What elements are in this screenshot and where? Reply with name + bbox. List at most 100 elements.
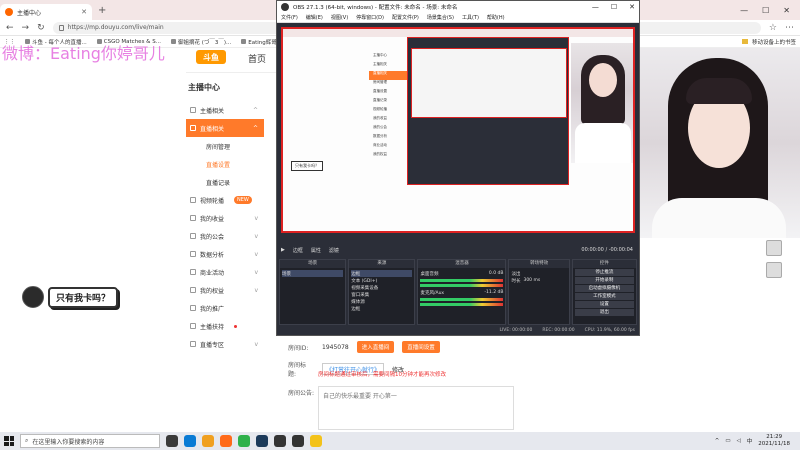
obs-close-button[interactable]: ✕	[629, 3, 635, 11]
mixer-mic-label: 麦克风/Aux	[420, 290, 445, 296]
source-item[interactable]: 边框	[351, 270, 413, 277]
user-icon	[190, 107, 196, 113]
enter-room-button[interactable]: 进入直播间	[356, 341, 395, 353]
taskbar-clock[interactable]: 21:29 2021/11/18	[758, 434, 790, 448]
browser-tab[interactable]: 主播中心 ✕	[0, 4, 92, 20]
firefox-icon[interactable]	[220, 435, 232, 447]
sidebar-title: 主播中心	[188, 83, 220, 92]
sidebar-item-rights[interactable]: 我的权益 v	[186, 281, 264, 299]
steam-icon[interactable]	[256, 435, 268, 447]
taskbar-search-input[interactable]: ⌕ 在这里输入你要搜索的内容	[20, 434, 160, 448]
settings-button[interactable]: 设置	[574, 301, 634, 308]
scenes-panel-header: 场景	[280, 260, 346, 268]
sidebar-sub-live-settings[interactable]: 直播设置	[186, 155, 264, 173]
qr-code-icon[interactable]	[766, 240, 782, 256]
menu-tools[interactable]: 工具(T)	[462, 14, 479, 21]
start-recording-button[interactable]: 开始录制	[574, 277, 634, 284]
selected-source-label: 边框	[292, 247, 303, 254]
wechat-icon[interactable]	[238, 435, 250, 447]
menu-help[interactable]: 帮助(H)	[487, 14, 505, 21]
stop-streaming-button[interactable]: 停止推流	[574, 269, 634, 276]
star-icon[interactable]: ☆	[769, 23, 777, 33]
guild-icon	[190, 233, 196, 239]
sidebar-sub-room-manage[interactable]: 房间管理	[186, 137, 264, 155]
volume-slider[interactable]	[420, 303, 504, 306]
obs-taskbar-icon-2[interactable]	[292, 435, 304, 447]
obs-preview-canvas[interactable]: 主播中心 主播相关 直播相关 房间管理 直播设置 直播记录 视频轮播 我的收益 …	[281, 27, 635, 233]
exit-button[interactable]: 退出	[574, 309, 634, 316]
sidebar-item-analytics[interactable]: 数据分析 v	[186, 245, 264, 263]
transition-type-select[interactable]: 淡出	[511, 270, 566, 277]
menu-docks[interactable]: 停靠窗口(D)	[356, 14, 384, 21]
sidebar-item-video[interactable]: 视频轮播 NEW	[186, 191, 264, 209]
source-item[interactable]: 边框	[351, 305, 412, 312]
obs-maximize-button[interactable]: ☐	[611, 3, 617, 11]
sidebar-sub-live-records[interactable]: 直播记录	[186, 173, 264, 191]
transitions-panel: 转场特效 淡出 时长 300 ms	[508, 259, 570, 325]
menu-profile[interactable]: 配置文件(P)	[392, 14, 419, 21]
new-tab-button[interactable]: +	[98, 5, 106, 16]
sidebar-item-live[interactable]: 直播相关 ^	[186, 119, 264, 137]
back-arrow-icon[interactable]: ←	[6, 23, 14, 33]
obs-docks: 场景 场景 来源 边框 文本 (GDI+) 视频采集设备 窗口采集 媒体源 边框…	[277, 259, 639, 325]
source-item[interactable]: 视频采集设备	[351, 284, 412, 291]
source-item[interactable]: 媒体源	[351, 298, 412, 305]
source-item[interactable]: 文本 (GDI+)	[351, 277, 412, 284]
scene-item[interactable]: 场景	[282, 270, 344, 277]
sidebar-item-business[interactable]: 商业活动 v	[186, 263, 264, 281]
virtual-camera-button[interactable]: 启动虚拟摄像机	[574, 285, 634, 292]
support-icon	[190, 323, 196, 329]
windows-start-icon[interactable]	[4, 436, 14, 446]
chrome-icon[interactable]	[310, 435, 322, 447]
obs-minimize-button[interactable]: —	[592, 3, 599, 11]
mobile-bookmarks[interactable]: 移动设备上的书签	[741, 38, 796, 46]
ime-icon[interactable]: 中	[747, 437, 753, 445]
filters-button[interactable]: 滤镜	[329, 247, 339, 254]
tray-up-arrow-icon[interactable]: ^	[715, 438, 720, 444]
forward-arrow-icon[interactable]: →	[22, 23, 30, 33]
network-icon[interactable]: ▭	[725, 438, 730, 444]
room-settings-button[interactable]: 直播间设置	[402, 341, 440, 353]
properties-button[interactable]: 属性	[311, 247, 321, 254]
close-tab-icon[interactable]: ✕	[81, 8, 87, 16]
douyu-logo[interactable]: 斗鱼	[196, 50, 226, 64]
sidebar-item-guild[interactable]: 我的公会 v	[186, 227, 264, 245]
browser-tab-title: 主播中心	[17, 9, 42, 17]
task-view-icon[interactable]	[166, 435, 178, 447]
chevron-down-icon: v	[254, 286, 258, 294]
play-icon[interactable]: ▶	[281, 247, 285, 253]
menu-scene-collection[interactable]: 场景集合(S)	[427, 14, 454, 21]
menu-dots-icon[interactable]: ⋯	[785, 23, 794, 33]
scenes-panel: 场景 场景	[279, 259, 347, 325]
explorer-icon[interactable]	[202, 435, 214, 447]
camera-icon[interactable]	[766, 262, 782, 278]
studio-mode-button[interactable]: 工作室模式	[574, 293, 634, 300]
obs-title-bar: OBS 27.1.3 (64-bit, windows) - 配置文件: 未命名…	[277, 1, 639, 13]
menu-edit[interactable]: 编辑(E)	[306, 14, 323, 21]
sidebar-item-zone[interactable]: 直播专区 v	[186, 335, 264, 353]
sidebar-item-anchor[interactable]: 主播相关 ^	[186, 101, 264, 119]
chevron-up-icon: ^	[252, 106, 258, 114]
bookmark-item[interactable]: 御姐摘花 (づ￣3￣)...	[170, 38, 231, 46]
reload-icon[interactable]: ↻	[37, 23, 45, 33]
sidebar-item-income[interactable]: 我的收益 v	[186, 209, 264, 227]
sidebar-item-promotion[interactable]: 我的推广	[186, 299, 264, 317]
volume-slider[interactable]	[420, 284, 504, 287]
live-status: LIVE: 00:00:00	[499, 327, 533, 333]
home-link[interactable]: 首页	[248, 52, 266, 65]
menu-view[interactable]: 视图(V)	[331, 14, 348, 21]
maximize-button[interactable]: ☐	[762, 6, 769, 15]
room-notice-textarea[interactable]: 自己的快乐最重要 开心第一	[318, 386, 514, 430]
lock-icon	[58, 24, 64, 31]
close-window-button[interactable]: ✕	[783, 6, 790, 15]
edge-icon[interactable]	[184, 435, 196, 447]
sidebar-item-support[interactable]: 主播扶持	[186, 317, 264, 335]
volume-icon[interactable]: ◁	[737, 438, 741, 444]
duration-input[interactable]: 300 ms	[523, 278, 540, 283]
weibo-watermark: 微博：Eating你婷哥儿	[2, 44, 165, 63]
source-item[interactable]: 窗口采集	[351, 291, 412, 298]
obs-taskbar-icon[interactable]	[274, 435, 286, 447]
minimize-button[interactable]: —	[740, 6, 748, 15]
url-text: https://mp.douyu.com/live/main	[67, 24, 164, 31]
menu-file[interactable]: 文件(F)	[281, 14, 298, 21]
